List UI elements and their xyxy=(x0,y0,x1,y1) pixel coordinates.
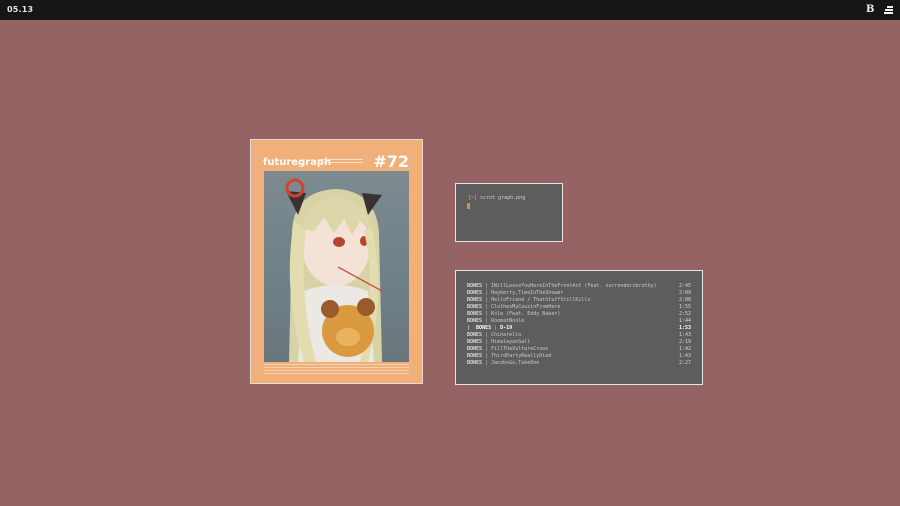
playlist-row[interactable]: BONES | Hayberry,TimeInTheShower 2:09 xyxy=(467,290,691,297)
track-title: IWillLeaveYouHereInTheFrontAct (Feat. xu… xyxy=(491,283,657,289)
track-duration: 2:27 xyxy=(678,360,691,366)
track-artist: BONES xyxy=(467,290,483,296)
terminal-cursor xyxy=(467,203,470,209)
track-separator: | xyxy=(485,353,489,359)
top-bar: 05.13 B xyxy=(0,0,900,20)
track-title: HimalayanSalt xyxy=(491,339,531,345)
track-duration: 1:42 xyxy=(678,346,691,352)
track-title: ThirdPartyReallyDied xyxy=(491,353,552,359)
track-title: ClothesMyCousinFromHere xyxy=(491,304,561,310)
magazine-issue: #72 xyxy=(373,152,409,171)
track-separator: | xyxy=(485,346,489,352)
playlist-row[interactable]: BONES | FillTheVultureCrows 1:42 xyxy=(467,346,691,353)
playlist-row[interactable]: BONES | JacobsGo,TakeOne 2:27 xyxy=(467,360,691,367)
track-title: HelloFriend / ThatStuffStillKills xyxy=(491,297,591,303)
track-separator: | xyxy=(485,290,489,296)
track-artist: BONES xyxy=(467,297,483,303)
track-title: RoomatNoole xyxy=(491,318,525,324)
track-duration: 1:44 xyxy=(678,318,691,324)
track-separator: | xyxy=(485,311,489,317)
track-artist: BONES xyxy=(467,339,483,345)
terminal-prompt: [~] xyxy=(468,195,478,201)
now-playing-marker: | xyxy=(467,325,471,331)
track-separator: | xyxy=(485,360,489,366)
playlist-row[interactable]: BONES | Kole (Feat. Eddy Baker) 2:52 xyxy=(467,311,691,318)
playlist-row[interactable]: BONES | ThirdPartyReallyDied 1:43 xyxy=(467,353,691,360)
track-title: FillTheVultureCrows xyxy=(491,346,549,352)
track-separator: | xyxy=(494,325,498,331)
playlist-row[interactable]: BONES | HimalayanSalt 2:19 xyxy=(467,339,691,346)
image-viewer-window[interactable]: futuregraph #72 xyxy=(250,139,423,384)
playlist-row-current[interactable]: | BONES | D-19 1:53 xyxy=(467,325,691,332)
track-artist: BONES xyxy=(476,325,492,331)
track-separator: | xyxy=(485,283,489,289)
track-artist: BONES xyxy=(467,283,483,289)
track-artist: BONES xyxy=(467,332,483,338)
track-title: Chinarello xyxy=(491,332,522,338)
terminal-command: scrot graph.png xyxy=(480,195,526,201)
playlist-row[interactable]: BONES | Chinarello 1:43 xyxy=(467,332,691,339)
track-duration: 1:43 xyxy=(678,332,691,338)
track-duration: 2:19 xyxy=(678,339,691,345)
track-duration: 2:00 xyxy=(678,297,691,303)
playlist-row[interactable]: BONES | HelloFriend / ThatStuffStillKill… xyxy=(467,297,691,304)
track-title: Kole (Feat. Eddy Baker) xyxy=(491,311,561,317)
track-separator: | xyxy=(485,339,489,345)
track-artist: BONES xyxy=(467,318,483,324)
cover-fine-print xyxy=(264,364,409,380)
track-title: Hayberry,TimeInTheShower xyxy=(491,290,564,296)
b-icon[interactable]: B xyxy=(866,4,874,15)
track-separator: | xyxy=(485,297,489,303)
playlist-row[interactable]: BONES | ClothesMyCousinFromHere 1:55 xyxy=(467,304,691,311)
menu-lines-icon[interactable] xyxy=(884,6,893,14)
anime-girl-illustration xyxy=(285,178,383,362)
track-title: JacobsGo,TakeOne xyxy=(491,360,540,366)
playlist-row[interactable]: BONES | RoomatNoole 1:44 xyxy=(467,318,691,325)
track-duration: 2:52 xyxy=(678,311,691,317)
track-separator: | xyxy=(485,318,489,324)
playlist-row[interactable]: BONES | IWillLeaveYouHereInTheFrontAct (… xyxy=(467,283,691,290)
terminal-command-line: [~] scrot graph.png xyxy=(468,195,525,201)
music-player-window[interactable]: BONES | IWillLeaveYouHereInTheFrontAct (… xyxy=(455,270,703,385)
track-artist: BONES xyxy=(467,311,483,317)
track-artist: BONES xyxy=(467,360,483,366)
track-duration: 1:43 xyxy=(678,353,691,359)
cover-illustration xyxy=(264,171,409,362)
track-separator: | xyxy=(485,304,489,310)
clock: 05.13 xyxy=(7,5,34,14)
magazine-subtitle-lines xyxy=(319,159,363,166)
track-duration: 2:45 xyxy=(678,283,691,289)
track-artist: BONES xyxy=(467,304,483,310)
track-duration: 2:09 xyxy=(678,290,691,296)
track-artist: BONES xyxy=(467,353,483,359)
terminal-window[interactable]: [~] scrot graph.png xyxy=(455,183,563,242)
track-artist: BONES xyxy=(467,346,483,352)
track-title: D-19 xyxy=(500,325,513,331)
track-duration: 1:53 xyxy=(678,325,691,331)
track-separator: | xyxy=(485,332,489,338)
track-duration: 1:55 xyxy=(678,304,691,310)
